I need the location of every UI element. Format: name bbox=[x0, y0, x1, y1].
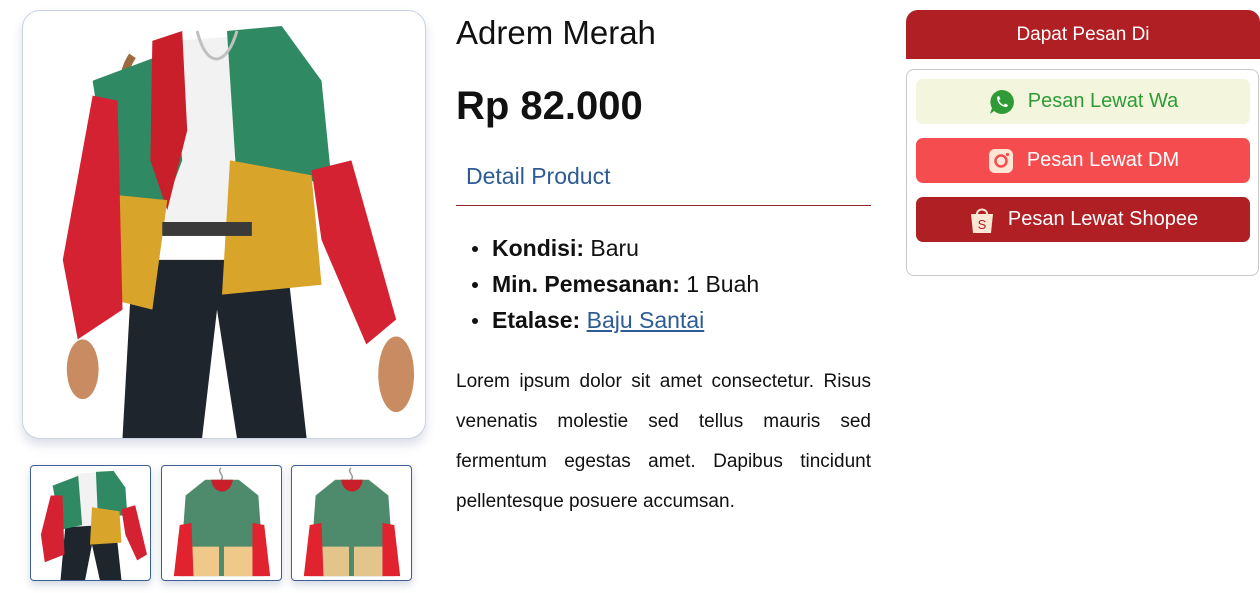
spec-label: Kondisi: bbox=[492, 235, 584, 261]
order-shopee-label: Pesan Lewat Shopee bbox=[1007, 208, 1199, 230]
product-title: Adrem Merah bbox=[456, 14, 656, 51]
jacket-photo-icon bbox=[62, 25, 415, 438]
jacket-worn-photo-icon bbox=[40, 470, 148, 580]
shopee-bag-icon: S bbox=[970, 208, 993, 233]
jacket-hanger-photo-icon bbox=[173, 467, 271, 577]
order-dm-label: Pesan Lewat DM bbox=[1026, 149, 1180, 171]
jacket-hanger-photo-icon bbox=[303, 467, 401, 577]
main-product-image[interactable] bbox=[22, 10, 426, 439]
spec-value: 1 Buah bbox=[686, 271, 760, 297]
spec-label: Min. Pemesanan: bbox=[492, 271, 680, 297]
order-shopee-button[interactable]: S Pesan Lewat Shopee bbox=[916, 197, 1250, 242]
spec-label: Etalase: bbox=[492, 307, 581, 333]
thumbnail-3[interactable] bbox=[291, 465, 412, 581]
spec-list: Kondisi: Baru Min. Pemesanan: 1 Buah Eta… bbox=[470, 230, 759, 338]
showcase-link[interactable]: Baju Santai bbox=[587, 307, 705, 333]
svg-text:S: S bbox=[978, 217, 987, 232]
tab-underline bbox=[456, 205, 871, 206]
spec-showcase: Etalase: Baju Santai bbox=[470, 302, 759, 338]
spec-min-order: Min. Pemesanan: 1 Buah bbox=[470, 266, 759, 302]
spec-condition: Kondisi: Baru bbox=[470, 230, 759, 266]
order-whatsapp-button[interactable]: Pesan Lewat Wa bbox=[916, 79, 1250, 124]
order-dm-button[interactable]: Pesan Lewat DM bbox=[916, 138, 1250, 183]
product-price: Rp 82.000 bbox=[456, 84, 643, 128]
instagram-icon bbox=[988, 148, 1013, 173]
thumbnail-1[interactable] bbox=[30, 465, 151, 581]
order-panel-heading: Dapat Pesan Di bbox=[906, 10, 1260, 59]
whatsapp-icon bbox=[989, 89, 1014, 114]
spec-value: Baru bbox=[590, 235, 639, 261]
tab-detail-product[interactable]: Detail Product bbox=[466, 163, 610, 190]
thumbnail-2[interactable] bbox=[161, 465, 282, 581]
order-whatsapp-label: Pesan Lewat Wa bbox=[1027, 90, 1179, 112]
product-description: Lorem ipsum dolor sit amet consectetur. … bbox=[456, 371, 871, 512]
